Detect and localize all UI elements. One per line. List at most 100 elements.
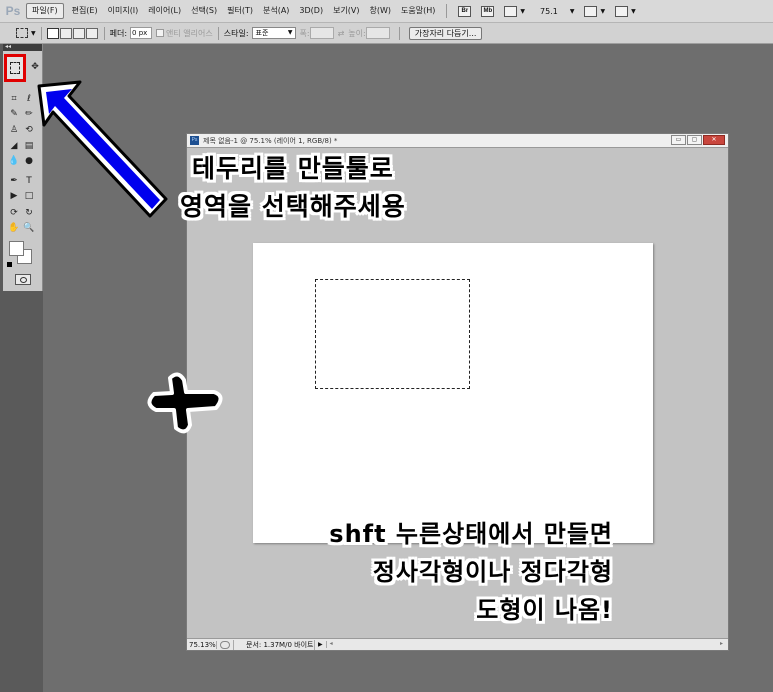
feather-label: 페더:	[109, 28, 128, 38]
brush-tool[interactable]: ✏	[23, 108, 35, 120]
menu-filter[interactable]: 필터(T)	[222, 4, 258, 18]
toolbox-column: ◂◂ ✥ ⌗ ℓ ✎ ✏ ♙ ⟲ ◢ ▤ 💧 ● ✒ T ▶ □ ⟳ ↻ ✋ 🔍	[0, 44, 43, 692]
bridge-icon[interactable]: Br	[458, 5, 472, 17]
annotation-bottom: shft 누른상태에서 만들면 정사각형이나 정다각형 도형이 나옴!	[329, 515, 613, 629]
style-value: 표준	[255, 29, 269, 37]
annotation-top: 테두리를 만들툴로 영역을 선택해주세용	[180, 150, 406, 226]
intersect-selection-mode[interactable]	[85, 27, 98, 39]
mini-bridge-icon[interactable]: Mb	[481, 5, 495, 17]
menu-layer[interactable]: 레이어(L)	[143, 4, 186, 18]
tool-preset-picker[interactable]	[16, 28, 28, 38]
menu-image[interactable]: 이미지(I)	[103, 4, 144, 18]
height-input[interactable]	[365, 27, 390, 39]
rectangle-tool[interactable]: □	[23, 190, 35, 202]
refine-edge-button[interactable]: 가장자리 다듬기...	[408, 26, 483, 40]
close-button[interactable]: ✕	[703, 135, 725, 145]
chevron-down-icon: ▼	[569, 7, 575, 15]
type-tool[interactable]: T	[23, 175, 35, 187]
screen-mode-dropdown[interactable]: ▼	[615, 5, 636, 17]
menu-edit[interactable]: 편집(E)	[67, 4, 103, 18]
arrange-documents-dropdown[interactable]: ▼	[584, 5, 605, 17]
menu-file[interactable]: 파일(F)	[26, 3, 64, 19]
feather-input[interactable]: 0 px	[130, 27, 153, 39]
options-divider	[40, 26, 42, 40]
annotation-top-line-2: 영역을 선택해주세용	[180, 192, 406, 221]
spot-healing-tool[interactable]: ✎	[8, 108, 20, 120]
3d-orbit-tool[interactable]: ↻	[23, 207, 35, 219]
screen-mode-icon	[615, 5, 629, 17]
width-label: 폭:	[299, 28, 310, 38]
scroll-left-icon[interactable]: ◂	[330, 640, 333, 647]
menu-window[interactable]: 창(W)	[365, 4, 397, 18]
options-divider	[103, 26, 105, 40]
maximize-button[interactable]: ▢	[687, 135, 702, 145]
pen-tool[interactable]: ✒	[8, 175, 20, 187]
antialias-label: 앤티 앨리어스	[166, 28, 213, 38]
chevron-down-icon: ▼	[520, 7, 525, 15]
eraser-tool[interactable]: ◢	[8, 140, 20, 152]
marquee-selection	[315, 279, 470, 389]
horizontal-scrollbar[interactable]: ◂ ▸	[327, 639, 728, 650]
photoshop-doc-icon: Ps	[190, 136, 199, 145]
annotation-bottom-line-1: shft 누른상태에서 만들면	[329, 520, 613, 548]
status-bar: 75.13% 문서: 1.37M/0 바이트 ▶ ◂ ▸	[187, 638, 728, 650]
height-label: 높이:	[348, 28, 366, 38]
view-extras-icon	[504, 5, 518, 17]
view-extras-dropdown[interactable]: ▼	[504, 5, 525, 17]
panel-grip[interactable]: ◂◂	[3, 44, 42, 51]
status-icon	[220, 640, 230, 649]
dodge-tool[interactable]: ●	[23, 155, 35, 167]
status-menu-arrow-icon[interactable]: ▶	[315, 641, 327, 648]
gradient-tool[interactable]: ▤	[23, 140, 35, 152]
clone-stamp-tool[interactable]: ♙	[8, 124, 20, 136]
swap-dimensions-icon[interactable]: ⇄	[338, 29, 345, 38]
quick-mask-button[interactable]	[15, 274, 31, 285]
style-select[interactable]: 표준 ▼	[251, 27, 296, 39]
tools-panel: ◂◂ ✥ ⌗ ℓ ✎ ✏ ♙ ⟲ ◢ ▤ 💧 ● ✒ T ▶ □ ⟳ ↻ ✋ 🔍	[3, 44, 43, 291]
zoom-tool[interactable]: 🔍	[23, 222, 35, 234]
options-bar: ▼ 페더: 0 px 앤티 앨리어스 스타일: 표준 ▼ 폭: ⇄ 높이: 가장자…	[0, 23, 773, 44]
menu-analysis[interactable]: 분석(A)	[258, 4, 294, 18]
history-brush-tool[interactable]: ⟲	[23, 124, 35, 136]
add-selection-mode[interactable]	[59, 27, 72, 39]
menu-bar: Ps 파일(F) 편집(E) 이미지(I) 레이어(L) 선택(S) 필터(T)…	[0, 0, 773, 23]
blue-arrow-icon	[37, 80, 168, 218]
menu-select[interactable]: 선택(S)	[186, 4, 222, 18]
menu-help[interactable]: 도움말(H)	[396, 4, 440, 18]
annotation-top-line-1: 테두리를 만들툴로	[192, 154, 394, 183]
lasso-tool[interactable]: ℓ	[23, 93, 35, 105]
document-title: 제목 없음-1 @ 75.1% (레이어 1, RGB/8) *	[203, 136, 338, 145]
subtract-selection-mode[interactable]	[72, 27, 85, 39]
blur-tool[interactable]: 💧	[8, 155, 20, 167]
menu-divider	[446, 4, 448, 18]
foreground-color-swatch[interactable]	[9, 241, 24, 256]
chevron-down-icon: ▼	[31, 29, 36, 37]
path-selection-tool[interactable]: ▶	[8, 190, 20, 202]
status-zoom[interactable]: 75.13%	[187, 640, 217, 649]
zoom-dropdown[interactable]: ▼	[567, 8, 575, 15]
hand-tool[interactable]: ✋	[8, 222, 20, 234]
status-document-info: 문서: 1.37M/0 바이트	[233, 639, 315, 650]
crop-tool[interactable]: ⌗	[8, 93, 20, 105]
marquee-icon	[10, 62, 20, 74]
quick-mask-icon	[19, 276, 27, 283]
move-tool[interactable]: ✥	[29, 61, 41, 73]
3d-rotate-tool[interactable]: ⟳	[8, 207, 20, 219]
style-label: 스타일:	[223, 28, 249, 38]
new-selection-mode[interactable]	[46, 27, 59, 39]
rectangular-marquee-tool[interactable]	[4, 54, 26, 82]
menu-view[interactable]: 보기(V)	[328, 4, 364, 18]
menu-3d[interactable]: 3D(D)	[294, 4, 328, 18]
document-title-bar[interactable]: Ps 제목 없음-1 @ 75.1% (레이어 1, RGB/8) * ▭ ▢ …	[187, 134, 728, 148]
scroll-right-icon[interactable]: ▸	[720, 640, 723, 647]
document-canvas[interactable]	[253, 243, 653, 543]
default-colors-icon[interactable]	[7, 262, 12, 267]
annotation-bottom-line-2: 정사각형이나 정다각형	[372, 558, 613, 586]
arrange-documents-icon	[584, 5, 598, 17]
options-divider	[217, 26, 219, 40]
minimize-button[interactable]: ▭	[671, 135, 686, 145]
options-divider	[398, 26, 400, 40]
antialias-checkbox[interactable]	[156, 29, 165, 37]
width-input[interactable]	[309, 27, 334, 39]
zoom-level[interactable]: 75.1	[540, 7, 558, 16]
